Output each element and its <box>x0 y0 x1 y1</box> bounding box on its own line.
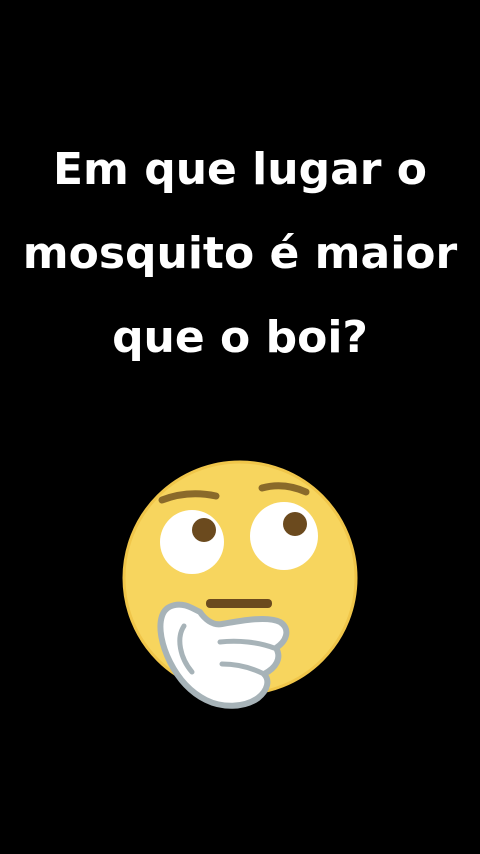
right-eye-white <box>250 502 318 570</box>
right-pupil <box>283 512 307 536</box>
mouth <box>206 599 272 608</box>
question-text: Em que lugar o mosquito é maior que o bo… <box>22 144 458 363</box>
left-eye-white <box>160 510 224 574</box>
left-pupil <box>192 518 216 542</box>
thinking-face-icon <box>118 458 364 714</box>
